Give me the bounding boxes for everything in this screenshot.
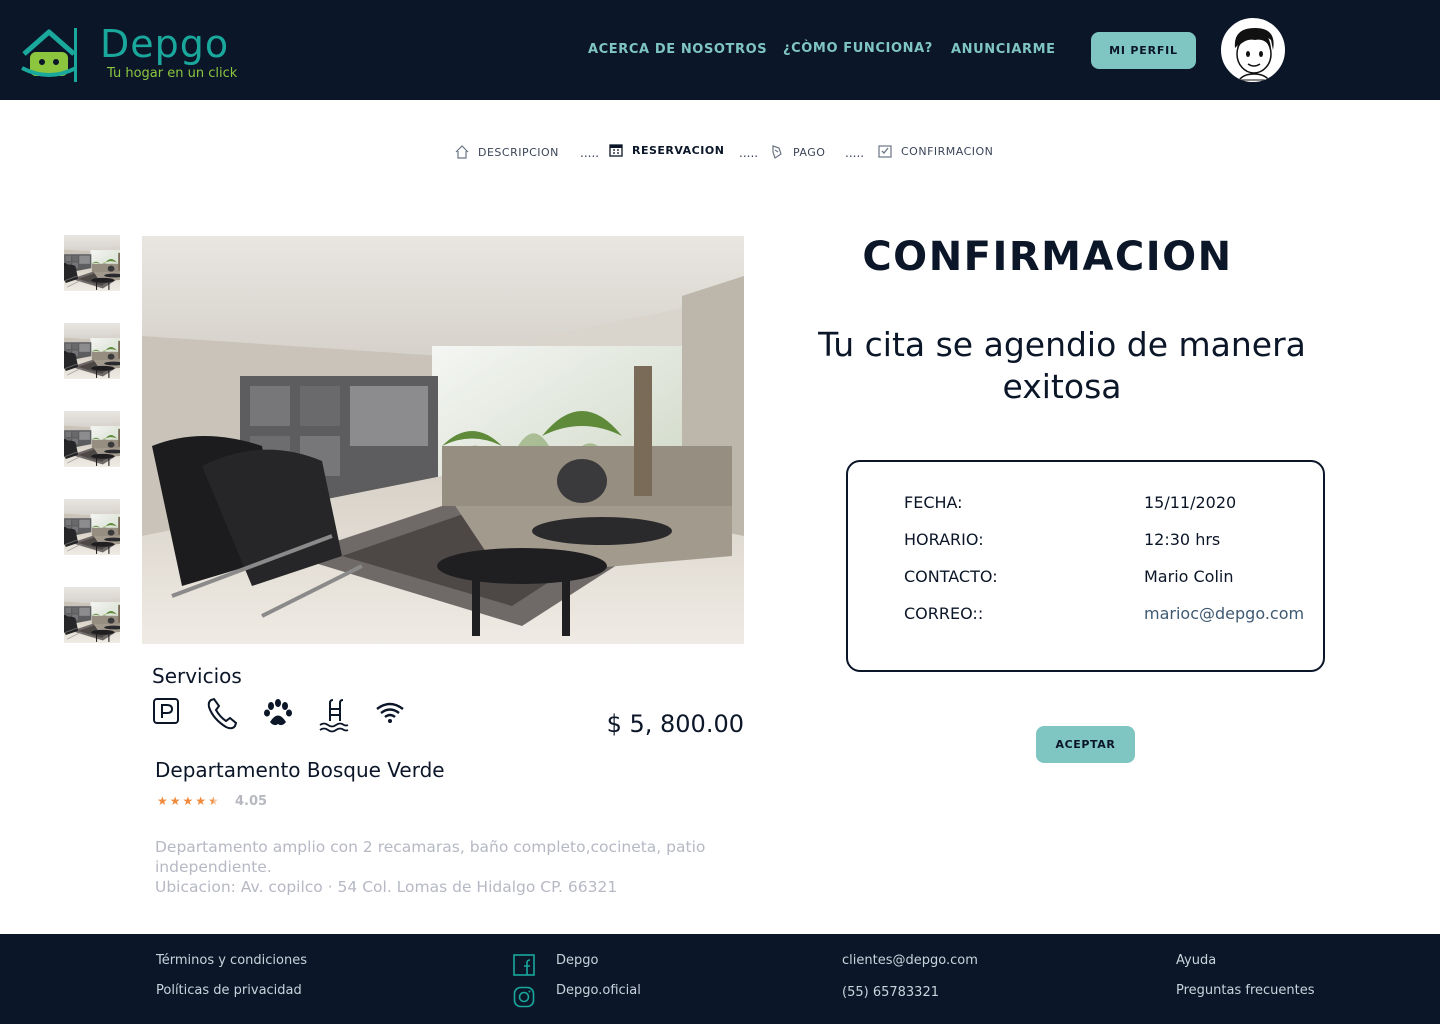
- step-label: CONFIRMACION: [901, 144, 994, 158]
- time-value: 12:30 hrs: [1144, 530, 1221, 549]
- confirmation-title: CONFIRMACION: [862, 234, 1233, 280]
- confirmation-message: Tu cita se agendio de manera exitosa: [818, 325, 1306, 406]
- thumbnail-image: [64, 323, 120, 379]
- email-link[interactable]: marioc@depgo.com: [1144, 604, 1304, 623]
- step-separator: .....: [845, 146, 865, 160]
- step-label: RESERVACION: [632, 143, 725, 157]
- user-avatar-icon: [1234, 28, 1274, 82]
- gallery-thumbnail[interactable]: [64, 499, 120, 555]
- footer-help-link[interactable]: Ayuda: [1176, 953, 1216, 968]
- footer-email-link[interactable]: clientes@depgo.com: [842, 953, 978, 968]
- star-icon: ★: [169, 794, 181, 808]
- paw-icon: [264, 699, 292, 726]
- rating-value: 4.05: [235, 794, 268, 809]
- instagram-icon[interactable]: [513, 986, 535, 1008]
- checklist-icon: [878, 145, 892, 158]
- footer-instagram-link[interactable]: Depgo.oficial: [556, 983, 641, 998]
- half-star-icon: ★: [208, 794, 219, 808]
- step-reservacion[interactable]: RESERVACION: [608, 142, 724, 158]
- footer-terms-link[interactable]: Términos y condiciones: [156, 953, 307, 968]
- footer-privacy-link[interactable]: Políticas de privacidad: [156, 983, 302, 998]
- step-label: PAGO: [793, 145, 826, 159]
- brand-tagline: Tu hogar en un click: [107, 66, 238, 81]
- thumbnail-image: [64, 235, 120, 291]
- living-room-image: [142, 236, 744, 644]
- calendar-icon: [609, 144, 623, 157]
- property-description: Departamento amplio con 2 recamaras, bañ…: [155, 837, 745, 897]
- thumbnail-image: [64, 587, 120, 643]
- top-nav-bar: Depgo Tu hogar en un click ACERCA DE NOS…: [0, 0, 1440, 100]
- gallery-thumbnail[interactable]: [64, 323, 120, 379]
- home-icon: [455, 145, 469, 159]
- footer-facebook-link[interactable]: Depgo: [556, 953, 598, 968]
- property-price: $ 5, 800.00: [606, 710, 744, 738]
- payment-icon: [772, 145, 782, 159]
- property-title: Departamento Bosque Verde: [155, 758, 445, 782]
- step-pago[interactable]: PAGO: [769, 144, 825, 160]
- step-descripcion[interactable]: DESCRIPCION: [454, 144, 559, 160]
- nav-link-about[interactable]: ACERCA DE NOSOTROS: [588, 42, 767, 57]
- facebook-icon[interactable]: [513, 954, 535, 976]
- email-label: CORREO::: [904, 604, 984, 623]
- appointment-details-card: [846, 460, 1325, 672]
- phone-icon: [207, 697, 238, 730]
- contact-label: CONTACTO:: [904, 567, 998, 586]
- gallery-thumbnail[interactable]: [64, 587, 120, 643]
- time-label: HORARIO:: [904, 530, 984, 549]
- brand-name[interactable]: Depgo: [100, 20, 229, 68]
- date-value: 15/11/2020: [1144, 493, 1237, 512]
- profile-button[interactable]: MI PERFIL: [1091, 32, 1196, 69]
- accept-button[interactable]: ACEPTAR: [1036, 726, 1135, 763]
- date-label: FECHA:: [904, 493, 963, 512]
- pool-icon: [319, 699, 349, 733]
- footer-faq-link[interactable]: Preguntas frecuentes: [1176, 983, 1315, 998]
- nav-link-how-it-works[interactable]: ¿CÒMO FUNCIONA?: [783, 41, 933, 56]
- gallery-thumbnail[interactable]: [64, 411, 120, 467]
- nav-link-advertise[interactable]: ANUNCIARME: [951, 42, 1056, 57]
- footer-phone: (55) 65783321: [842, 985, 939, 1000]
- location-text: Ubicacion: Av. copilco · 54 Col. Lomas d…: [155, 878, 618, 896]
- footer: Términos y condiciones Políticas de priv…: [0, 934, 1440, 1024]
- star-icon: ★: [195, 794, 207, 808]
- wifi-icon: [376, 702, 404, 723]
- booking-stepper: DESCRIPCION ..... RESERVACION ..... PAGO…: [0, 144, 1440, 168]
- step-label: DESCRIPCION: [478, 145, 559, 159]
- services-title: Servicios: [152, 664, 242, 688]
- star-rating: ★ ★ ★ ★ ★: [157, 794, 219, 808]
- step-separator: .....: [580, 146, 600, 160]
- parking-icon: [153, 698, 179, 724]
- star-icon: ★: [157, 794, 168, 808]
- thumbnail-image: [64, 411, 120, 467]
- step-confirmacion[interactable]: CONFIRMACION: [877, 143, 993, 159]
- avatar[interactable]: [1219, 16, 1287, 84]
- star-icon: ★: [182, 794, 194, 808]
- house-logo-icon[interactable]: [18, 24, 80, 84]
- property-main-photo: [142, 236, 744, 644]
- thumbnail-image: [64, 499, 120, 555]
- step-separator: .....: [739, 146, 759, 160]
- description-text: Departamento amplio con 2 recamaras, bañ…: [155, 838, 706, 876]
- contact-value: Mario Colin: [1144, 567, 1234, 586]
- gallery-thumbnail[interactable]: [64, 235, 120, 291]
